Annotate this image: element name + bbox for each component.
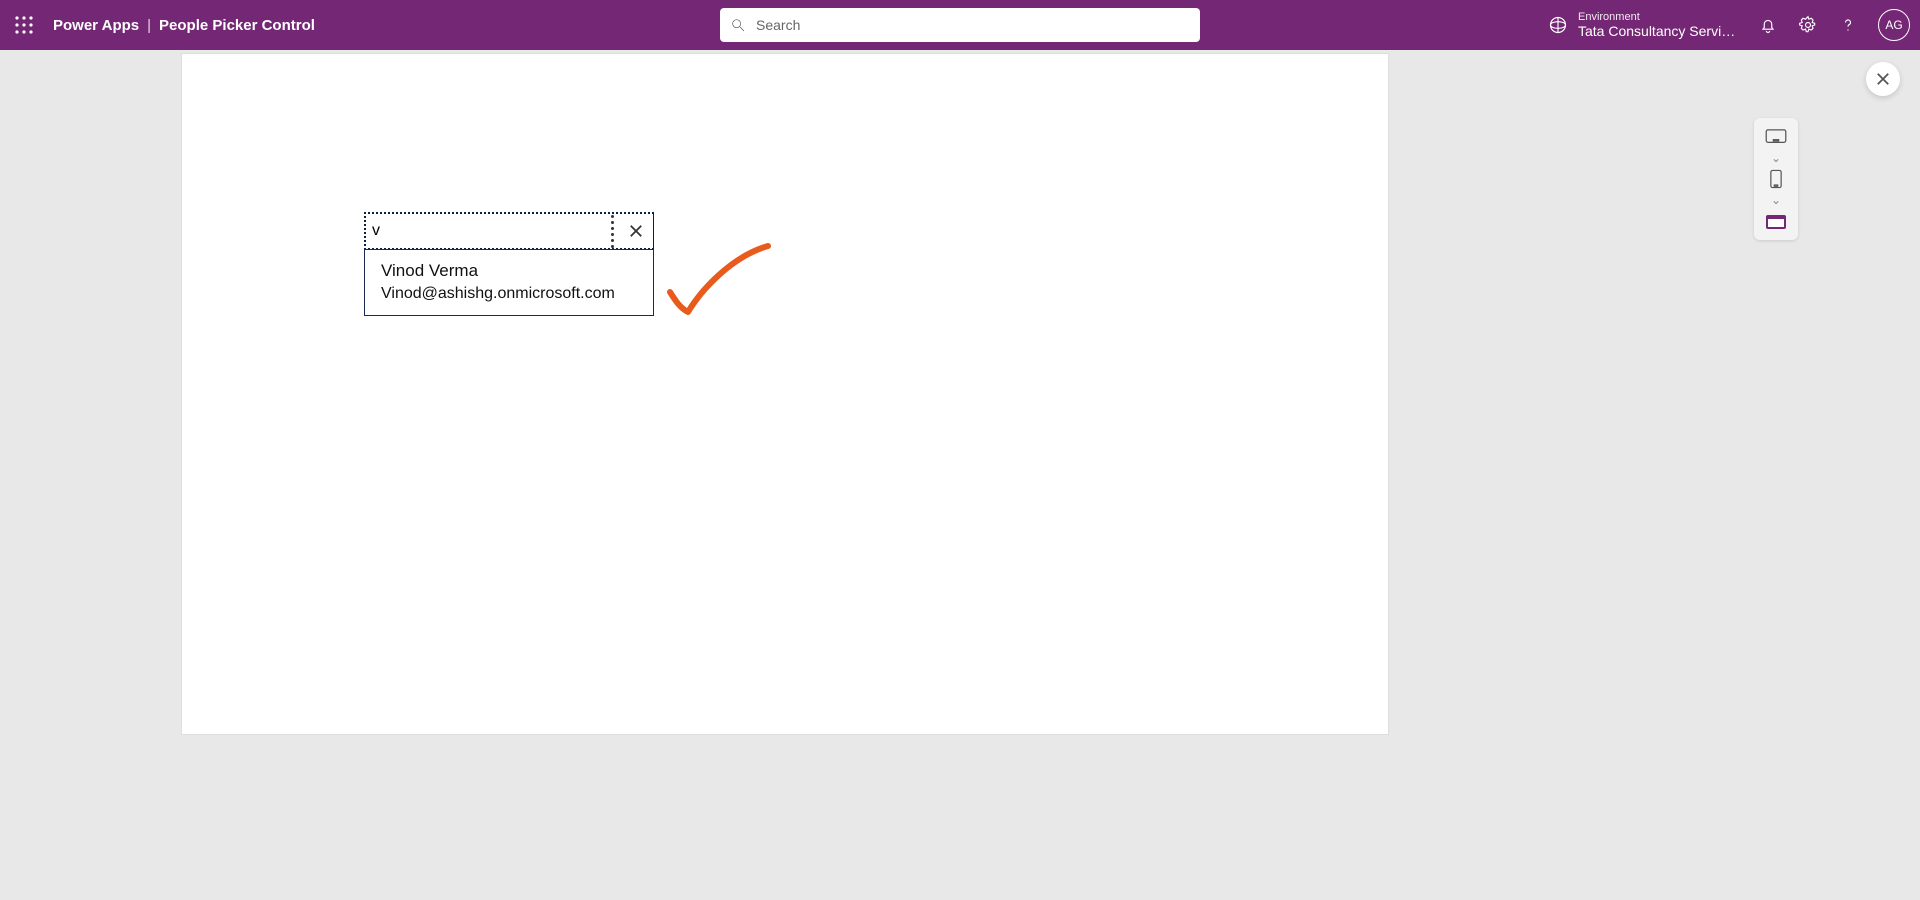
tablet-landscape-icon[interactable] (1764, 126, 1788, 148)
suggestion-name: Vinod Verma (381, 260, 637, 283)
drag-handle-icon[interactable] (605, 215, 619, 248)
annotation-checkmark-icon (660, 242, 780, 322)
help-icon[interactable] (1838, 15, 1858, 35)
search-input[interactable] (756, 17, 1190, 33)
environment-label: Environment (1578, 11, 1738, 24)
environment-text: Environment Tata Consultancy Servic... (1578, 11, 1738, 40)
app-canvas: Vinod Verma Vinod@ashishg.onmicrosoft.co… (182, 54, 1388, 734)
avatar-initials: AG (1885, 18, 1902, 32)
notifications-icon[interactable] (1758, 15, 1778, 35)
form-factor-icon[interactable] (1764, 210, 1788, 232)
people-picker-input-row[interactable] (364, 212, 654, 250)
settings-icon[interactable] (1798, 15, 1818, 35)
suggestion-item[interactable]: Vinod Verma Vinod@ashishg.onmicrosoft.co… (365, 250, 653, 315)
suggestion-email: Vinod@ashishg.onmicrosoft.com (381, 283, 637, 305)
chevron-down-icon[interactable]: ⌄ (1771, 152, 1781, 164)
user-avatar[interactable]: AG (1878, 9, 1910, 41)
environment-icon (1548, 15, 1568, 35)
people-picker-input[interactable] (372, 222, 605, 240)
environment-name: Tata Consultancy Servic... (1578, 23, 1738, 39)
environment-picker[interactable]: Environment Tata Consultancy Servic... (1548, 11, 1738, 40)
page-title: People Picker Control (159, 17, 315, 34)
app-launcher-icon[interactable] (10, 11, 38, 39)
device-orientation-toolbar: ⌄ ⌄ (1754, 118, 1798, 240)
clear-input-button[interactable] (625, 220, 647, 242)
chevron-down-icon[interactable]: ⌄ (1771, 194, 1781, 206)
title-separator: | (147, 17, 151, 34)
global-search[interactable] (720, 8, 1200, 42)
close-preview-button[interactable] (1866, 62, 1900, 96)
app-header: Power Apps | People Picker Control Envir… (0, 0, 1920, 50)
phone-portrait-icon[interactable] (1764, 168, 1788, 190)
people-picker-control: Vinod Verma Vinod@ashishg.onmicrosoft.co… (364, 212, 654, 316)
search-icon (730, 17, 746, 33)
people-picker-suggestions: Vinod Verma Vinod@ashishg.onmicrosoft.co… (364, 249, 654, 316)
app-title: Power Apps (53, 17, 139, 34)
header-right-cluster: Environment Tata Consultancy Servic... A… (1548, 9, 1910, 41)
